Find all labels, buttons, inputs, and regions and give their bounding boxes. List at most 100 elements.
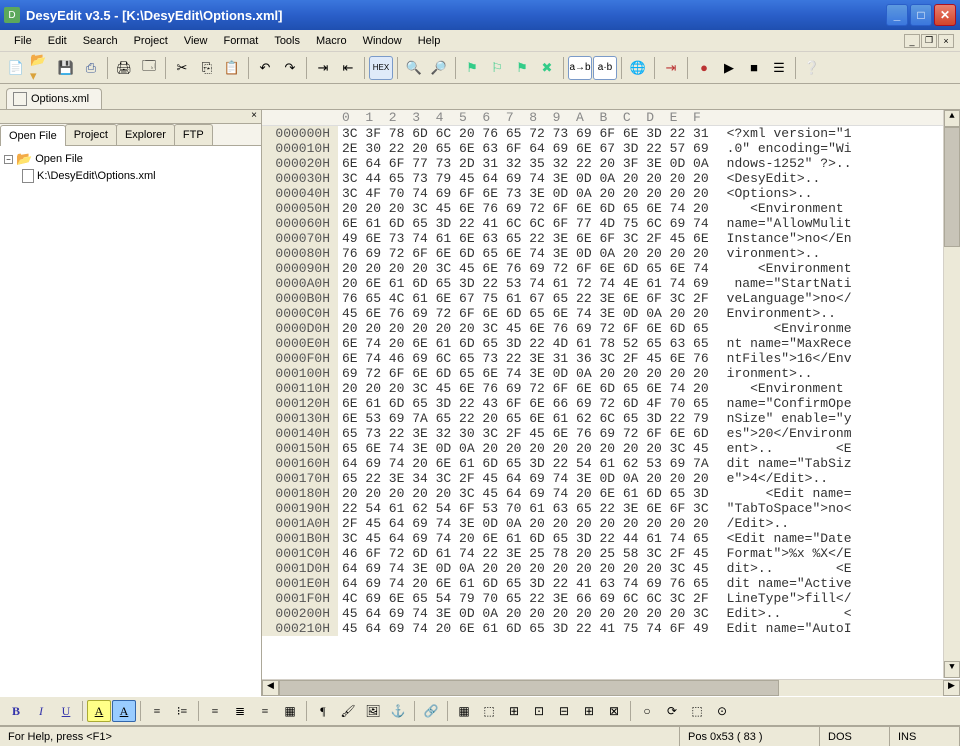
bookmark-next-icon[interactable]: ⚑	[510, 56, 534, 80]
hex-row[interactable]: 0001D0H64 69 74 3E 0D 0A 20 20 20 20 20 …	[262, 561, 960, 576]
align-right-icon[interactable]: ≡	[253, 700, 277, 722]
hex-row[interactable]: 000020H6E 64 6F 77 73 2D 31 32 35 32 22 …	[262, 156, 960, 171]
hex-bytes[interactable]: 20 6E 61 6D 65 3D 22 53 74 61 72 74 4E 6…	[338, 276, 709, 291]
hex-bytes[interactable]: 6E 53 69 7A 65 22 20 65 6E 61 62 6C 65 3…	[338, 411, 709, 426]
help-icon[interactable]: ❔	[800, 56, 824, 80]
hex-ascii[interactable]: .0" encoding="Wi	[709, 141, 852, 156]
table-merge-icon[interactable]: ⊟	[552, 700, 576, 722]
hex-bytes[interactable]: 64 69 74 20 6E 61 6D 65 3D 22 41 63 74 6…	[338, 576, 709, 591]
hex-bytes[interactable]: 20 20 20 20 20 3C 45 64 69 74 20 6E 61 6…	[338, 486, 709, 501]
hex-ascii[interactable]: LineType">fill</	[709, 591, 852, 606]
table-cell-icon[interactable]: ⊡	[527, 700, 551, 722]
scroll-left-icon[interactable]: ◀	[262, 680, 279, 696]
hex-ascii[interactable]: <Edit name="Date	[709, 531, 852, 546]
bookmark-prev-icon[interactable]: ⚐	[485, 56, 509, 80]
hex-ascii[interactable]: <Environment	[709, 201, 852, 216]
hex-row[interactable]: 0000D0H20 20 20 20 20 20 3C 45 6E 76 69 …	[262, 321, 960, 336]
record-macro-icon[interactable]: ●	[692, 56, 716, 80]
hex-row[interactable]: 000090H20 20 20 20 3C 45 6E 76 69 72 6F …	[262, 261, 960, 276]
hex-row[interactable]: 000100H69 72 6F 6E 6D 65 6E 74 3E 0D 0A …	[262, 366, 960, 381]
file-tab-options[interactable]: Options.xml	[6, 88, 102, 109]
hex-bytes[interactable]: 65 22 3E 34 3C 2F 45 64 69 74 3E 0D 0A 2…	[338, 471, 709, 486]
hex-bytes[interactable]: 20 20 20 3C 45 6E 76 69 72 6F 6E 6D 65 6…	[338, 201, 709, 216]
hex-row[interactable]: 000140H65 73 22 3E 32 30 3C 2F 45 6E 76 …	[262, 426, 960, 441]
hex-row[interactable]: 000070H49 6E 73 74 61 6E 63 65 22 3E 6E …	[262, 231, 960, 246]
hex-ascii[interactable]: nt name="MaxRece	[709, 336, 852, 351]
menu-tools[interactable]: Tools	[266, 33, 308, 49]
open-file-icon[interactable]: 📂▾	[29, 56, 53, 80]
hex-bytes[interactable]: 49 6E 73 74 61 6E 63 65 22 3E 6E 6F 3C 2…	[338, 231, 709, 246]
underline-button[interactable]: U	[54, 700, 78, 722]
hex-ascii[interactable]: dit name="TabSiz	[709, 456, 852, 471]
hex-ascii[interactable]: ironment>..	[709, 366, 852, 381]
hex-ascii[interactable]: Format">%x %X</E	[709, 546, 852, 561]
scroll-thumb[interactable]	[944, 127, 960, 247]
hex-row[interactable]: 000120H6E 61 6D 65 3D 22 43 6F 6E 66 69 …	[262, 396, 960, 411]
scroll-down-icon[interactable]: ▼	[944, 661, 960, 678]
hex-row[interactable]: 000190H22 54 61 62 54 6F 53 70 61 63 65 …	[262, 501, 960, 516]
hex-bytes[interactable]: 64 69 74 20 6E 61 6D 65 3D 22 54 61 62 5…	[338, 456, 709, 471]
menu-file[interactable]: File	[6, 33, 40, 49]
hex-ascii[interactable]: <DesyEdit>..	[709, 171, 852, 186]
horizontal-scrollbar[interactable]: ◀ ▶	[262, 679, 960, 696]
table-icon[interactable]: ▦	[452, 700, 476, 722]
hex-bytes[interactable]: 76 65 4C 61 6E 67 75 61 67 65 22 3E 6E 6…	[338, 291, 709, 306]
hex-row[interactable]: 000180H20 20 20 20 20 3C 45 64 69 74 20 …	[262, 486, 960, 501]
hex-row[interactable]: 000170H65 22 3E 34 3C 2F 45 64 69 74 3E …	[262, 471, 960, 486]
replace-a-icon[interactable]: a→b	[568, 56, 592, 80]
hex-ascii[interactable]: nSize" enable="y	[709, 411, 852, 426]
link-icon[interactable]: 🔗	[419, 700, 443, 722]
hex-row[interactable]: 0001A0H2F 45 64 69 74 3E 0D 0A 20 20 20 …	[262, 516, 960, 531]
hex-bytes[interactable]: 3C 44 65 73 79 45 64 69 74 3E 0D 0A 20 2…	[338, 171, 709, 186]
hex-row[interactable]: 000110H20 20 20 3C 45 6E 76 69 72 6F 6E …	[262, 381, 960, 396]
hex-bytes[interactable]: 76 69 72 6F 6E 6D 65 6E 74 3E 0D 0A 20 2…	[338, 246, 709, 261]
hex-row[interactable]: 000150H65 6E 74 3E 0D 0A 20 20 20 20 20 …	[262, 441, 960, 456]
hex-row[interactable]: 0001C0H46 6F 72 6D 61 74 22 3E 25 78 20 …	[262, 546, 960, 561]
hex-row[interactable]: 0001E0H64 69 74 20 6E 61 6D 65 3D 22 41 …	[262, 576, 960, 591]
file-tree[interactable]: − 📂 Open File K:\DesyEdit\Options.xml	[0, 146, 261, 696]
list-number-icon[interactable]: ⁝≡	[170, 700, 194, 722]
validate-icon[interactable]: ⬚	[685, 700, 709, 722]
mdi-minimize[interactable]: _	[904, 34, 920, 48]
hex-row[interactable]: 0000A0H20 6E 61 6D 65 3D 22 53 74 61 72 …	[262, 276, 960, 291]
hex-ascii[interactable]: ent>.. <E	[709, 441, 852, 456]
hex-row[interactable]: 000050H20 20 20 3C 45 6E 76 69 72 6F 6E …	[262, 201, 960, 216]
sidebar-tab-openfile[interactable]: Open File	[0, 125, 66, 146]
hex-row[interactable]: 000000H3C 3F 78 6D 6C 20 76 65 72 73 69 …	[262, 126, 960, 141]
hex-ascii[interactable]: dit name="Active	[709, 576, 852, 591]
image-icon[interactable]: 🖼	[361, 700, 385, 722]
table-del-icon[interactable]: ⊠	[602, 700, 626, 722]
bookmark-clear-icon[interactable]: ✖	[535, 56, 559, 80]
hex-row[interactable]: 000010H2E 30 22 20 65 6E 63 6F 64 69 6E …	[262, 141, 960, 156]
hex-bytes[interactable]: 6E 74 20 6E 61 6D 65 3D 22 4D 61 78 52 6…	[338, 336, 709, 351]
scroll-right-icon[interactable]: ▶	[943, 680, 960, 696]
table-row-icon[interactable]: ⬚	[477, 700, 501, 722]
table-col-icon[interactable]: ⊞	[502, 700, 526, 722]
bookmark-toggle-icon[interactable]: ⚑	[460, 56, 484, 80]
hex-bytes[interactable]: 20 20 20 20 20 20 3C 45 6E 76 69 72 6F 6…	[338, 321, 709, 336]
mdi-close[interactable]: ×	[938, 34, 954, 48]
hex-row[interactable]: 000030H3C 44 65 73 79 45 64 69 74 3E 0D …	[262, 171, 960, 186]
maximize-button[interactable]: □	[910, 4, 932, 26]
close-button[interactable]: ✕	[934, 4, 956, 26]
hex-bytes[interactable]: 6E 64 6F 77 73 2D 31 32 35 32 22 20 3F 3…	[338, 156, 709, 171]
hex-ascii[interactable]: ntFiles">16</Env	[709, 351, 852, 366]
reload-icon[interactable]: ⟳	[660, 700, 684, 722]
hex-bytes[interactable]: 69 72 6F 6E 6D 65 6E 74 3E 0D 0A 20 20 2…	[338, 366, 709, 381]
pilcrow-icon[interactable]: ¶	[311, 700, 335, 722]
menu-macro[interactable]: Macro	[308, 33, 355, 49]
vertical-scrollbar[interactable]: ▲ ▼	[943, 110, 960, 678]
align-center-icon[interactable]: ≣	[228, 700, 252, 722]
tree-root[interactable]: − 📂 Open File	[4, 150, 257, 168]
hex-ascii[interactable]: Edit name="AutoI	[709, 621, 852, 636]
circle-icon[interactable]: ○	[635, 700, 659, 722]
hex-bytes[interactable]: 6E 74 46 69 6C 65 73 22 3E 31 36 3C 2F 4…	[338, 351, 709, 366]
align-justify-icon[interactable]: ▦	[278, 700, 302, 722]
browser-icon[interactable]: 🌐	[626, 56, 650, 80]
find-icon[interactable]: 🔍	[402, 56, 426, 80]
highlight-a-icon[interactable]: A	[87, 700, 111, 722]
hex-row[interactable]: 0000E0H6E 74 20 6E 61 6D 65 3D 22 4D 61 …	[262, 336, 960, 351]
find-in-files-icon[interactable]: 🔎	[427, 56, 451, 80]
menu-search[interactable]: Search	[75, 33, 126, 49]
hex-bytes[interactable]: 6E 61 6D 65 3D 22 41 6C 6C 6F 77 4D 75 6…	[338, 216, 709, 231]
